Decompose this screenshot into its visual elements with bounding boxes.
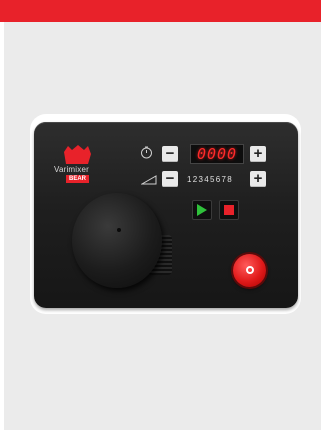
stop-icon bbox=[224, 205, 234, 215]
stop-button[interactable] bbox=[219, 200, 239, 220]
accent-bar bbox=[0, 0, 321, 22]
play-icon bbox=[197, 204, 207, 216]
timer-display: 0000 bbox=[190, 144, 244, 164]
ramp-icon bbox=[141, 175, 157, 185]
product-image-card: Varimixer BEAR − 0000 + − 12345678 + bbox=[0, 0, 321, 430]
speed-minus-button[interactable]: − bbox=[162, 171, 178, 187]
knob-marker bbox=[117, 228, 121, 232]
timer-minus-button[interactable]: − bbox=[162, 146, 178, 162]
stopwatch-icon bbox=[141, 146, 152, 159]
brand-sub: BEAR bbox=[66, 175, 90, 183]
start-button[interactable] bbox=[192, 200, 212, 220]
speed-steps: 12345678 bbox=[187, 175, 233, 184]
brand-name: Varimixer bbox=[54, 165, 89, 174]
timer-plus-button[interactable]: + bbox=[250, 146, 266, 162]
speed-plus-button[interactable]: + bbox=[250, 171, 266, 187]
emergency-stop-icon bbox=[246, 266, 254, 274]
bowl-lift-knob[interactable] bbox=[72, 193, 162, 288]
